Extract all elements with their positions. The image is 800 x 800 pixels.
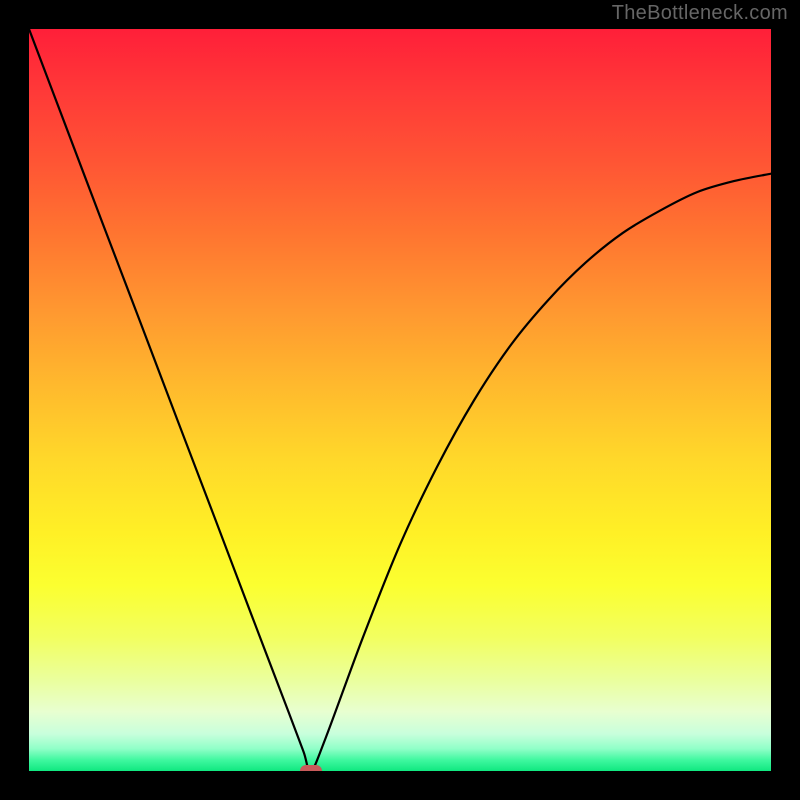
curve-path [29, 29, 771, 771]
chart-frame: TheBottleneck.com [0, 0, 800, 800]
watermark-label: TheBottleneck.com [612, 2, 788, 25]
bottleneck-curve [29, 29, 771, 771]
plot-area [29, 29, 771, 771]
balance-marker [300, 765, 322, 771]
